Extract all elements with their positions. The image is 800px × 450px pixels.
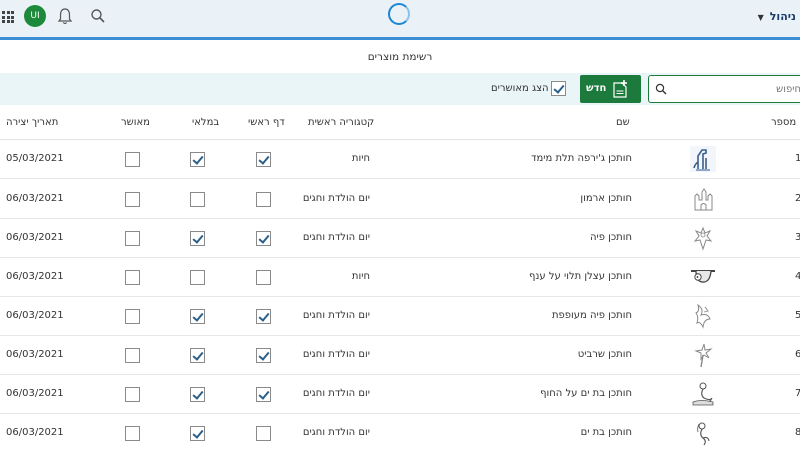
row-number: 6 <box>795 349 800 360</box>
row-number: 1 <box>795 153 800 164</box>
wand-thumbnail <box>694 343 713 368</box>
column-header-home-page[interactable]: דף ראשי <box>248 117 285 128</box>
category-cell: יום הולדת וחגים <box>302 388 370 399</box>
approved-checkbox[interactable] <box>125 309 140 324</box>
search-icon <box>655 83 667 95</box>
product-name[interactable]: חותכן פיה מעופפת <box>552 310 632 321</box>
category-cell: יום הולדת וחגים <box>302 349 370 360</box>
new-document-icon <box>613 80 627 98</box>
in-stock-checkbox[interactable] <box>190 426 205 441</box>
row-number: 5 <box>795 310 800 321</box>
table-row[interactable]: 06/03/2021 יום הולדת וחגים חותכן ארמון 2 <box>0 180 800 219</box>
new-button-label: חדש <box>586 83 607 94</box>
mermaid-thumbnail <box>697 422 710 446</box>
created-date: 06/03/2021 <box>6 271 64 282</box>
table-row[interactable]: 06/03/2021 יום הולדת וחגים חותכן פיה 3 <box>0 219 800 258</box>
top-bar: UI ▼ ניהול <box>0 0 800 40</box>
page-title: רשימת מוצרים <box>0 43 800 73</box>
category-cell: יום הולדת וחגים <box>302 427 370 438</box>
in-stock-checkbox[interactable] <box>190 231 205 246</box>
column-header-approved[interactable]: מאושר <box>121 117 150 128</box>
table-row[interactable]: 06/03/2021 יום הולדת וחגים חותכן פיה מעו… <box>0 297 800 336</box>
approved-checkbox[interactable] <box>125 348 140 363</box>
fairy-thumbnail <box>693 226 713 251</box>
home-page-checkbox[interactable] <box>256 309 271 324</box>
product-name[interactable]: חותכן ג'ירפה תלת מימד <box>531 153 632 164</box>
home-page-checkbox[interactable] <box>256 348 271 363</box>
new-button[interactable]: חדש <box>580 75 641 103</box>
search-field[interactable] <box>648 75 800 103</box>
home-page-checkbox[interactable] <box>256 426 271 441</box>
row-number: 4 <box>795 271 800 282</box>
table-row[interactable]: 06/03/2021 יום הולדת וחגים חותכן שרביט 6 <box>0 336 800 375</box>
product-name[interactable]: חותכן ארמון <box>580 193 632 204</box>
table-row[interactable]: 05/03/2021 חיות חותכן ג'ירפה תלת מימד 1 <box>0 140 800 179</box>
table-header: תאריך יצירה מאושר במלאי דף ראשי קטגוריה … <box>0 106 800 140</box>
row-number: 7 <box>795 388 800 399</box>
home-page-checkbox[interactable] <box>256 270 271 285</box>
product-name[interactable]: חותכן עצלן תלוי על ענף <box>529 271 632 282</box>
giraffe-thumbnail <box>690 146 716 172</box>
home-page-checkbox[interactable] <box>256 387 271 402</box>
approved-checkbox[interactable] <box>125 426 140 441</box>
row-number: 8 <box>795 427 800 438</box>
show-approved-label: הצג מאושרים <box>491 83 549 94</box>
created-date: 06/03/2021 <box>6 349 64 360</box>
created-date: 06/03/2021 <box>6 193 64 204</box>
approved-checkbox[interactable] <box>125 270 140 285</box>
created-date: 06/03/2021 <box>6 310 64 321</box>
toolbar: חדש הצג מאושרים <box>0 73 800 105</box>
in-stock-checkbox[interactable] <box>190 192 205 207</box>
table-row[interactable]: 06/03/2021 יום הולדת וחגים חותכן בת ים ע… <box>0 375 800 414</box>
home-page-checkbox[interactable] <box>256 231 271 246</box>
in-stock-checkbox[interactable] <box>190 348 205 363</box>
column-header-category[interactable]: קטגוריה ראשית <box>308 117 374 128</box>
category-cell: יום הולדת וחגים <box>302 232 370 243</box>
home-page-checkbox[interactable] <box>256 152 271 167</box>
loading-spinner-icon <box>388 3 410 25</box>
column-header-created[interactable]: תאריך יצירה <box>6 117 58 128</box>
home-page-checkbox[interactable] <box>256 192 271 207</box>
in-stock-checkbox[interactable] <box>190 152 205 167</box>
avatar[interactable]: UI <box>24 5 46 27</box>
created-date: 06/03/2021 <box>6 427 64 438</box>
row-number: 2 <box>795 193 800 204</box>
app-launcher-icon[interactable] <box>2 11 14 23</box>
app-menu[interactable]: ▼ ניהול <box>758 10 796 23</box>
product-name[interactable]: חותכן בת ים על החוף <box>540 388 632 399</box>
column-header-name[interactable]: שם <box>616 117 630 128</box>
column-header-number[interactable]: מספר <box>771 117 796 128</box>
show-approved-checkbox[interactable] <box>551 81 566 96</box>
column-header-in-stock[interactable]: במלאי <box>192 117 219 128</box>
approved-checkbox[interactable] <box>125 387 140 402</box>
row-number: 3 <box>795 232 800 243</box>
mermaid-on-beach-thumbnail <box>692 382 714 406</box>
in-stock-checkbox[interactable] <box>190 270 205 285</box>
created-date: 06/03/2021 <box>6 232 64 243</box>
table-row[interactable]: 06/03/2021 יום הולדת וחגים חותכן בת ים 8 <box>0 414 800 450</box>
approved-checkbox[interactable] <box>125 192 140 207</box>
product-name[interactable]: חותכן שרביט <box>578 349 632 360</box>
castle-thumbnail <box>694 188 713 211</box>
flying-fairy-thumbnail <box>695 303 711 329</box>
category-cell: יום הולדת וחגים <box>302 310 370 321</box>
caret-down-icon: ▼ <box>757 13 764 22</box>
created-date: 06/03/2021 <box>6 388 64 399</box>
approved-checkbox[interactable] <box>125 152 140 167</box>
in-stock-checkbox[interactable] <box>190 387 205 402</box>
sloth-thumbnail <box>691 270 715 283</box>
category-cell: יום הולדת וחגים <box>302 193 370 204</box>
category-cell: חיות <box>351 271 370 282</box>
app-name: ניהול <box>769 10 796 23</box>
search-input[interactable] <box>671 80 800 98</box>
in-stock-checkbox[interactable] <box>190 309 205 324</box>
category-cell: חיות <box>351 153 370 164</box>
approved-checkbox[interactable] <box>125 231 140 246</box>
bell-icon[interactable] <box>57 7 73 25</box>
product-name[interactable]: חותכן בת ים <box>581 427 632 438</box>
table-row[interactable]: 06/03/2021 חיות חותכן עצלן תלוי על ענף 4 <box>0 258 800 297</box>
product-name[interactable]: חותכן פיה <box>590 232 632 243</box>
created-date: 05/03/2021 <box>6 153 64 164</box>
search-icon[interactable] <box>90 8 106 24</box>
